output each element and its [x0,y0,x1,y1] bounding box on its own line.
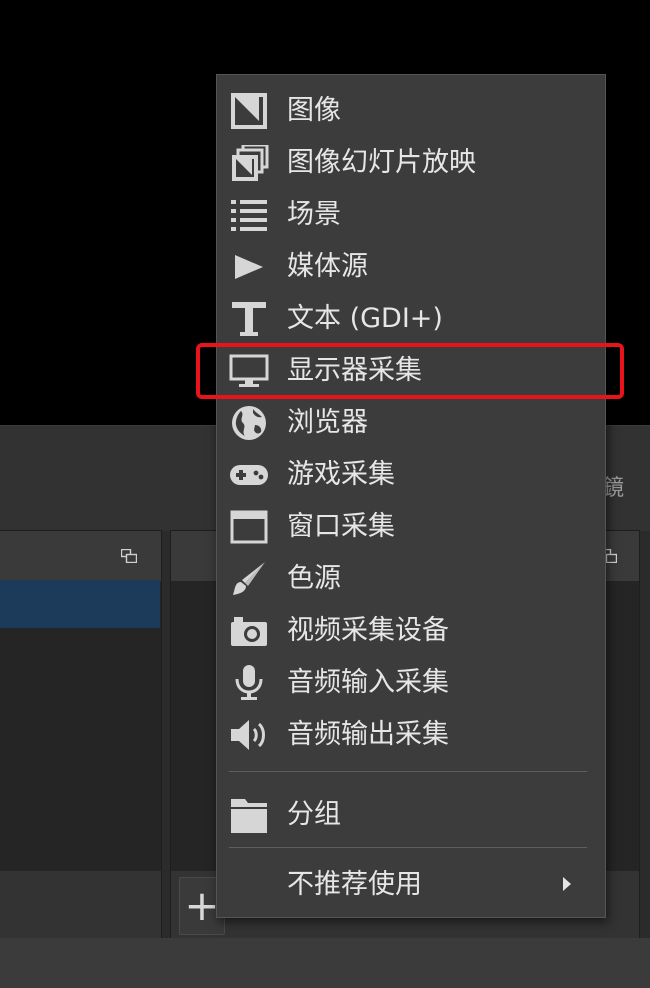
menu-item-label: 图像 [287,95,341,126]
menu-item-group[interactable]: 分组 [217,789,605,841]
add-source-menu: 图像 图像幻灯片放映 场景 媒体源 文本 (GDI+) 显示器采集 浏览器 游戏… [216,74,606,918]
menu-item-video-capture-device[interactable]: 视频采集设备 [217,605,605,657]
menu-item-image-slideshow[interactable]: 图像幻灯片放映 [217,137,605,189]
menu-item-label: 分组 [287,799,341,830]
menu-item-text[interactable]: 文本 (GDI+) [217,293,605,345]
menu-item-label: 浏览器 [287,407,368,438]
lower-dock-area [0,938,650,988]
folder-icon [229,797,269,833]
scenes-footer [0,871,161,939]
menu-item-label: 图像幻灯片放映 [287,147,476,178]
brush-icon [229,561,269,597]
menu-item-label: 媒体源 [287,251,368,282]
gamepad-icon [229,457,269,493]
menu-item-deprecated[interactable]: 不推荐使用 [217,859,605,911]
menu-separator [229,847,587,848]
menu-item-browser[interactable]: 浏览器 [217,397,605,449]
menu-item-window-capture[interactable]: 窗口采集 [217,501,605,553]
image-icon [229,93,269,129]
globe-icon [229,405,269,441]
camera-icon [229,613,269,649]
menu-item-image[interactable]: 图像 [217,85,605,137]
menu-item-label: 音频输入采集 [287,667,449,698]
menu-separator [229,771,587,772]
menu-item-label: 窗口采集 [287,511,395,542]
text-icon [229,301,269,337]
menu-item-label: 视频采集设备 [287,615,449,646]
menu-item-label: 场景 [287,199,341,230]
menu-item-label: 文本 (GDI+) [287,303,443,334]
microphone-icon [229,665,269,701]
chevron-right-icon [563,877,571,891]
menu-item-audio-input-capture[interactable]: 音频输入采集 [217,657,605,709]
menu-item-audio-output-capture[interactable]: 音频输出采集 [217,709,605,761]
play-icon [229,249,269,285]
speaker-icon [229,717,269,753]
highlight-annotation [196,343,624,399]
menu-item-game-capture[interactable]: 游戏采集 [217,449,605,501]
menu-item-scene[interactable]: 场景 [217,189,605,241]
obs-window: 鏡 + 图像 图像幻灯片放映 场景 媒体源 文本 (GDI+) 显示器采集 浏览… [0,0,650,988]
menu-item-label: 不推荐使用 [287,869,422,900]
window-icon [229,509,269,545]
menu-item-label: 游戏采集 [287,459,395,490]
undock-icon[interactable] [121,549,137,563]
menu-item-label: 色源 [287,563,341,594]
image-slideshow-icon [229,145,269,181]
menu-item-color-source[interactable]: 色源 [217,553,605,605]
scene-row-selected[interactable] [0,580,160,628]
scenes-panel-header [0,531,161,581]
scene-list-icon [229,197,269,233]
menu-item-media-source[interactable]: 媒体源 [217,241,605,293]
menu-item-label: 音频输出采集 [287,719,449,750]
